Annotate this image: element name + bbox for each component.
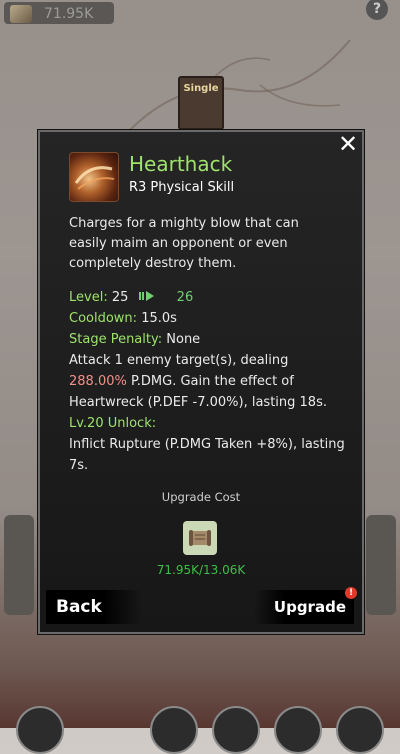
skill-hearthack-icon bbox=[69, 152, 119, 202]
skill-stats: Level: 25 26 Cooldown: 15.0s Stage Penal… bbox=[69, 287, 349, 476]
nav-building-icon[interactable] bbox=[274, 706, 322, 754]
effect-text: Attack 1 enemy target(s), dealing 288.00… bbox=[69, 350, 349, 413]
nav-skill-icon[interactable] bbox=[150, 706, 198, 754]
effect-text-pre: Attack 1 enemy target(s), dealing bbox=[69, 353, 289, 368]
effect-damage-value: 288.00% bbox=[69, 374, 127, 389]
upgrade-cost-title: Upgrade Cost bbox=[161, 490, 241, 504]
skill-detail-dialog: ✕ Hearthack R3 Physical Skill Charges fo… bbox=[38, 130, 364, 634]
level-next: 26 bbox=[176, 290, 194, 305]
currency-value: 71.95K bbox=[44, 6, 94, 22]
stage-penalty-label: Stage Penalty: bbox=[69, 332, 163, 347]
nav-weapon-icon[interactable] bbox=[16, 706, 64, 754]
scroll-currency-icon bbox=[10, 5, 32, 23]
background-skill-card-left bbox=[4, 515, 34, 615]
close-icon[interactable]: ✕ bbox=[337, 132, 359, 156]
tab-single-label: Single bbox=[183, 83, 219, 94]
upgrade-button[interactable]: Upgrade bbox=[254, 590, 354, 624]
currency-bar: 71.95K bbox=[4, 2, 114, 24]
stage-penalty-value: None bbox=[166, 332, 201, 347]
nav-settings-icon[interactable] bbox=[336, 706, 384, 754]
back-button[interactable]: Back bbox=[46, 590, 142, 624]
scroll-material-icon bbox=[183, 521, 217, 555]
stage-penalty-row: Stage Penalty: None bbox=[69, 329, 349, 350]
skill-name: Hearthack bbox=[129, 152, 233, 176]
cooldown-value: 15.0s bbox=[141, 311, 177, 326]
background-skill-card-right bbox=[366, 515, 396, 615]
cooldown-label: Cooldown: bbox=[69, 311, 138, 326]
level-label: Level: bbox=[69, 290, 108, 305]
upgrade-alert-badge: ! bbox=[345, 587, 357, 599]
bottom-nav bbox=[0, 700, 400, 754]
unlock-label: Lv.20 Unlock: bbox=[69, 416, 157, 431]
background-branch-art bbox=[129, 39, 351, 131]
nav-scroll-icon[interactable] bbox=[212, 706, 260, 754]
skill-description: Charges for a mighty blow that can easil… bbox=[69, 216, 299, 271]
level-row: Level: 25 26 bbox=[69, 287, 349, 308]
level-current: 25 bbox=[111, 290, 129, 305]
skill-type: R3 Physical Skill bbox=[129, 180, 235, 195]
upgrade-cost-value: 71.95K/13.06K bbox=[156, 563, 246, 577]
cooldown-row: Cooldown: 15.0s bbox=[69, 308, 349, 329]
unlock-text: Inflict Rupture (P.DMG Taken +8%), lasti… bbox=[69, 437, 345, 473]
tab-single[interactable]: Single bbox=[178, 76, 224, 130]
level-up-arrow-icon bbox=[138, 291, 154, 301]
